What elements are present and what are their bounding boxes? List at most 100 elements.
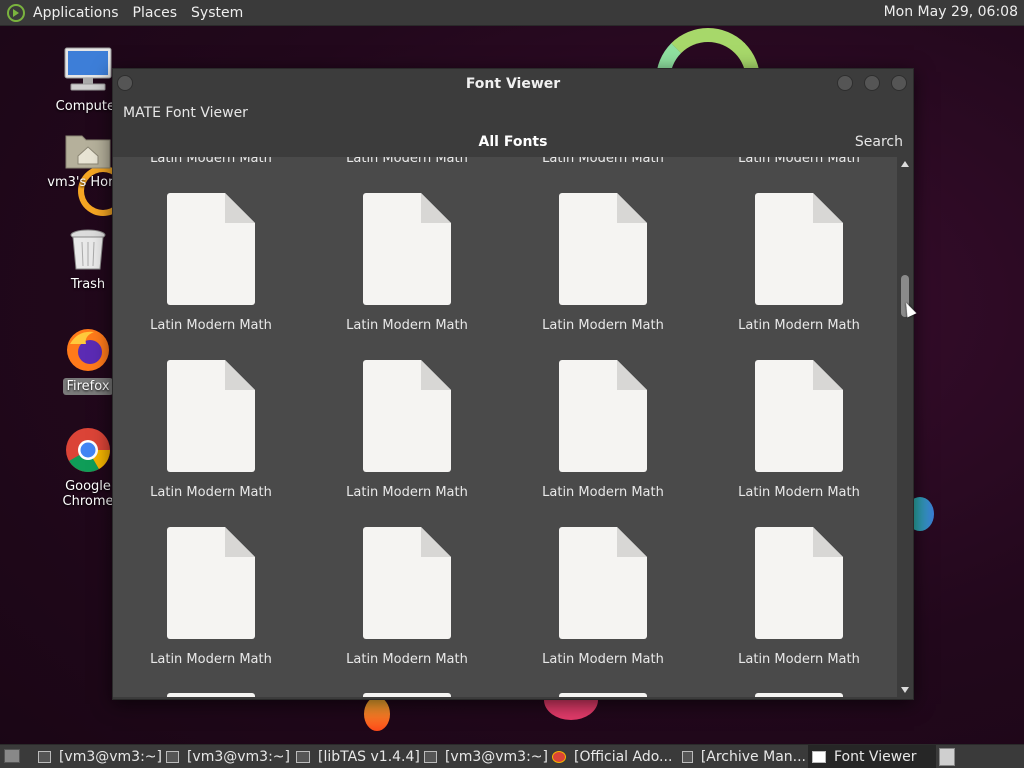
chrome-icon xyxy=(552,751,566,763)
wallpaper-blob-bottom xyxy=(364,697,390,731)
menu-places[interactable]: Places xyxy=(133,5,178,21)
maximize-button[interactable] xyxy=(864,75,880,91)
font-file-icon xyxy=(559,527,647,639)
terminal-icon xyxy=(38,751,51,763)
scroll-down-icon[interactable] xyxy=(901,687,909,693)
window-menu-icon[interactable] xyxy=(117,75,133,91)
taskbar-item-label: [vm3@vm3:~] xyxy=(444,749,548,765)
window-icon xyxy=(296,751,310,763)
minimize-button[interactable] xyxy=(837,75,853,91)
search-button[interactable]: Search xyxy=(855,134,903,150)
font-file-icon xyxy=(363,527,451,639)
taskbar-item[interactable]: [vm3@vm3:~] xyxy=(424,745,548,768)
window-titlebar[interactable]: Font Viewer xyxy=(113,69,913,99)
bottom-taskbar: [vm3@vm3:~] [vm3@vm3:~] [libTAS v1.4.4] … xyxy=(0,744,1024,768)
font-tile[interactable]: Latin Modern Math xyxy=(505,527,701,667)
font-name: Latin Modern Math xyxy=(346,485,468,500)
window-title: Font Viewer xyxy=(465,76,561,92)
terminal-icon xyxy=(166,751,179,763)
font-file-icon xyxy=(755,527,843,639)
font-name: Latin Modern Math xyxy=(542,485,664,500)
menu-system[interactable]: System xyxy=(191,5,243,21)
home-folder-icon xyxy=(65,135,111,169)
font-file-icon xyxy=(167,527,255,639)
font-tile-partial[interactable] xyxy=(701,693,897,697)
mate-logo-icon[interactable] xyxy=(7,3,25,22)
scroll-up-icon[interactable] xyxy=(901,161,909,167)
font-tile-partial[interactable] xyxy=(309,693,505,697)
font-file-icon xyxy=(363,193,451,305)
archive-icon xyxy=(682,751,693,763)
top-panel: Applications Places System Mon May 29, 0… xyxy=(0,0,1024,26)
desktop-icon-label: Firefox xyxy=(63,378,113,395)
font-tile[interactable]: Latin Modern Math xyxy=(309,193,505,333)
font-grid-area: Latin Modern Math Latin Modern Math Lati… xyxy=(113,157,897,697)
font-tile[interactable]: Latin Modern Math xyxy=(505,360,701,500)
show-desktop-icon[interactable] xyxy=(4,749,20,763)
font-label-partial: Latin Modern Math xyxy=(346,157,468,166)
close-button[interactable] xyxy=(891,75,907,91)
taskbar-item-active[interactable]: Font Viewer xyxy=(808,745,936,768)
app-subtitle: MATE Font Viewer xyxy=(123,105,248,121)
taskbar-item-label: [vm3@vm3:~] xyxy=(186,749,290,765)
font-name: Latin Modern Math xyxy=(738,318,860,333)
taskbar-item-label: [Archive Man... xyxy=(700,749,806,765)
font-file-icon xyxy=(559,360,647,472)
terminal-icon xyxy=(424,751,437,763)
firefox-icon xyxy=(67,329,109,371)
taskbar-item[interactable]: [vm3@vm3:~] xyxy=(38,745,162,768)
chrome-icon xyxy=(66,428,110,472)
font-tile-partial[interactable] xyxy=(113,693,309,697)
workspace-switcher[interactable] xyxy=(939,748,955,766)
taskbar-item[interactable]: [Official Ado... xyxy=(552,745,678,768)
font-name: Latin Modern Math xyxy=(346,652,468,667)
font-file-icon xyxy=(755,193,843,305)
view-title: All Fonts xyxy=(478,134,548,150)
taskbar-item-label: Font Viewer xyxy=(834,749,917,765)
font-file-icon xyxy=(755,360,843,472)
font-tile[interactable]: Latin Modern Math xyxy=(505,193,701,333)
font-tile[interactable]: Latin Modern Math xyxy=(701,193,897,333)
vertical-scrollbar[interactable] xyxy=(897,157,913,697)
font-name: Latin Modern Math xyxy=(542,318,664,333)
font-tile-partial[interactable] xyxy=(505,693,701,697)
font-tile[interactable]: Latin Modern Math xyxy=(701,360,897,500)
font-file-icon xyxy=(363,360,451,472)
font-file-icon xyxy=(559,693,647,697)
font-tile[interactable]: Latin Modern Math xyxy=(113,527,309,667)
taskbar-item[interactable]: [vm3@vm3:~] xyxy=(166,745,290,768)
panel-clock[interactable]: Mon May 29, 06:08 xyxy=(884,4,1018,20)
font-label-partial: Latin Modern Math xyxy=(542,157,664,166)
font-tile[interactable]: Latin Modern Math xyxy=(309,360,505,500)
font-tile[interactable]: Latin Modern Math xyxy=(309,527,505,667)
font-name: Latin Modern Math xyxy=(738,652,860,667)
font-name: Latin Modern Math xyxy=(346,318,468,333)
taskbar-item-label: [libTAS v1.4.4] xyxy=(318,749,420,765)
font-name: Latin Modern Math xyxy=(542,652,664,667)
font-viewer-icon xyxy=(812,751,826,763)
font-name: Latin Modern Math xyxy=(150,485,272,500)
font-file-icon xyxy=(167,360,255,472)
desktop-icon-label: Trash xyxy=(70,277,106,292)
font-file-icon xyxy=(363,693,451,697)
taskbar-item[interactable]: [libTAS v1.4.4] xyxy=(296,745,420,768)
font-tile[interactable]: Latin Modern Math xyxy=(701,527,897,667)
font-tile[interactable]: Latin Modern Math xyxy=(113,193,309,333)
taskbar-item-label: [vm3@vm3:~] xyxy=(58,749,162,765)
trash-icon xyxy=(70,229,106,270)
font-file-icon xyxy=(559,193,647,305)
font-tile[interactable]: Latin Modern Math xyxy=(113,360,309,500)
taskbar-item[interactable]: [Archive Man... xyxy=(682,745,806,768)
font-viewer-window: Font Viewer MATE Font Viewer All Fonts S… xyxy=(112,68,914,700)
font-name: Latin Modern Math xyxy=(150,318,272,333)
font-file-icon xyxy=(167,193,255,305)
font-label-partial: Latin Modern Math xyxy=(738,157,860,166)
menu-applications[interactable]: Applications xyxy=(33,5,119,21)
computer-icon xyxy=(64,47,112,91)
font-file-icon xyxy=(167,693,255,697)
taskbar-item-label: [Official Ado... xyxy=(574,749,673,765)
font-name: Latin Modern Math xyxy=(150,652,272,667)
font-name: Latin Modern Math xyxy=(738,485,860,500)
font-label-partial: Latin Modern Math xyxy=(150,157,272,166)
font-file-icon xyxy=(755,693,843,697)
